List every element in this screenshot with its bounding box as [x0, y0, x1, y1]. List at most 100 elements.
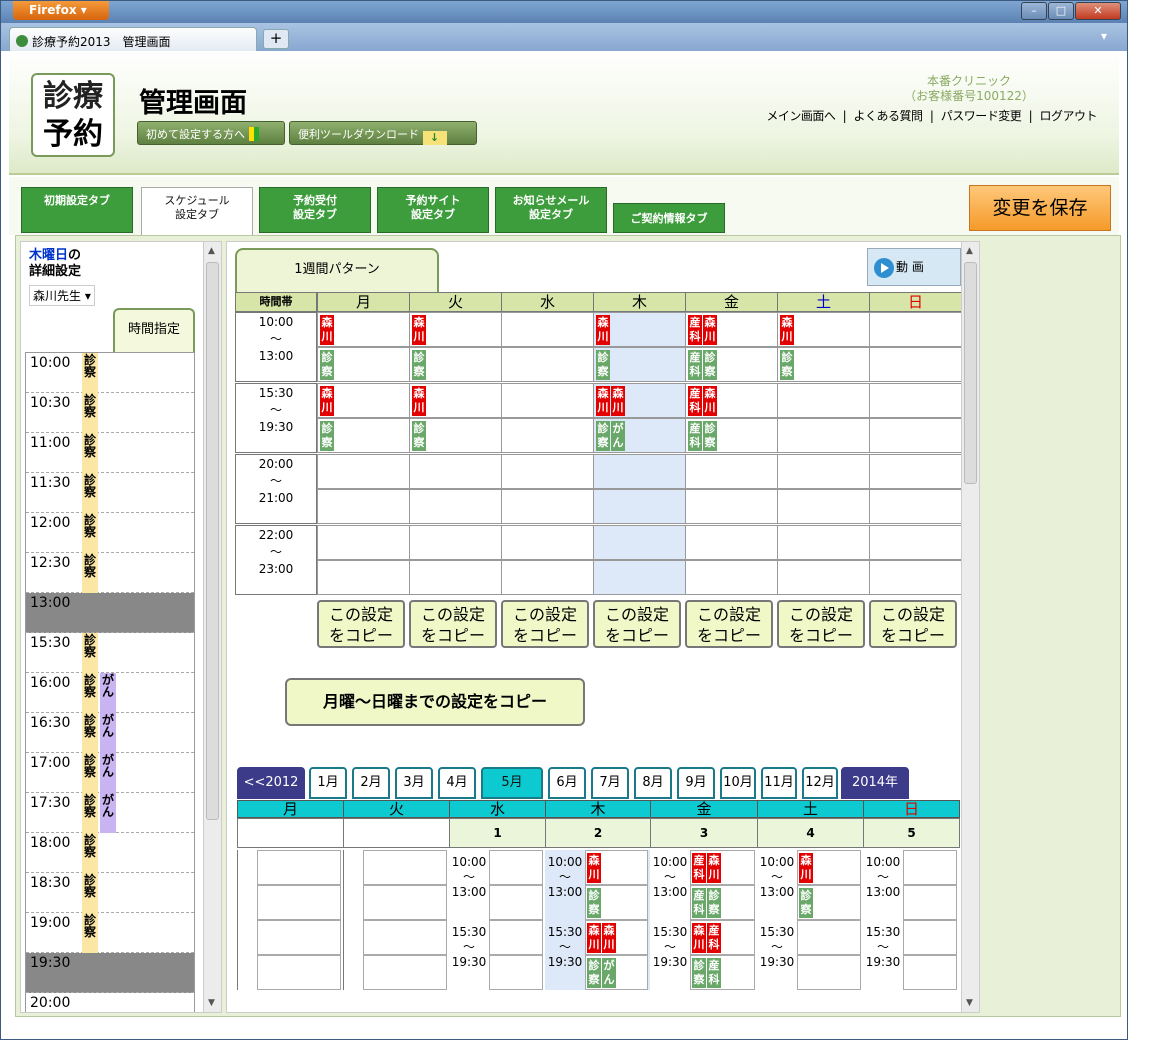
schedule-cell[interactable] — [685, 525, 778, 560]
tab-list-icon[interactable]: ▾ — [1101, 29, 1107, 43]
schedule-cell[interactable] — [777, 454, 870, 489]
schedule-cell[interactable] — [409, 560, 502, 595]
faq-link[interactable]: よくある質問 — [854, 109, 924, 123]
scroll-down-icon[interactable]: ▼ — [966, 998, 973, 1008]
doctor-select[interactable]: 森川先生 ▾ — [29, 285, 95, 306]
schedule-cell[interactable] — [593, 489, 686, 524]
first-setup-button[interactable]: 初めて設定する方へ — [137, 121, 285, 145]
schedule-cell[interactable] — [777, 560, 870, 595]
month-cell[interactable]: 10:00 〜 13:00 — [863, 850, 959, 920]
month-slot-cell[interactable]: 森川 — [585, 850, 648, 885]
schedule-cell[interactable] — [777, 383, 870, 418]
time-slot[interactable]: 10:00 診察 — [26, 353, 194, 393]
schedule-cell[interactable] — [777, 525, 870, 560]
copy-day-button[interactable]: この設定 をコピー — [869, 600, 957, 648]
schedule-cell[interactable] — [593, 454, 686, 489]
logout-link[interactable]: ログアウト — [1039, 109, 1097, 123]
scroll-thumb[interactable] — [206, 262, 219, 820]
time-slot[interactable]: 15:30 診察 — [26, 633, 194, 673]
schedule-cell[interactable] — [409, 525, 502, 560]
month-slot-cell[interactable] — [489, 885, 543, 920]
date-cell[interactable]: 3 — [650, 818, 758, 848]
month-slot-cell[interactable] — [489, 920, 543, 955]
month-cell[interactable] — [237, 850, 343, 920]
month-slot-cell[interactable]: 産科 森川 — [690, 850, 755, 885]
time-slot[interactable]: 18:00 診察 — [26, 833, 194, 873]
copy-all-days-button[interactable]: 月曜〜日曜までの設定をコピー — [285, 678, 585, 726]
main-screen-link[interactable]: メイン画面へ — [766, 109, 836, 123]
month-cell[interactable]: 10:00 〜 13:00 産科 森川 産科 診察 — [650, 850, 757, 920]
month-cell[interactable]: 10:00 〜 13:00 — [449, 850, 545, 920]
copy-day-button[interactable]: この設定 をコピー — [317, 600, 405, 648]
month-button[interactable]: 3月 — [395, 767, 433, 799]
time-slot[interactable]: 18:30 診察 — [26, 873, 194, 913]
scroll-up-icon[interactable]: ▲ — [966, 246, 973, 256]
month-slot-cell[interactable] — [797, 920, 861, 955]
time-slot[interactable]: 19:00 診察 — [26, 913, 194, 953]
month-slot-cell[interactable]: 森川 森川 — [585, 920, 648, 955]
schedule-cell[interactable] — [501, 383, 594, 418]
schedule-cell[interactable] — [685, 489, 778, 524]
week-pattern-tab[interactable]: 1週間パターン — [235, 248, 439, 292]
time-slot[interactable]: 16:00 診察 がん — [26, 673, 194, 713]
month-slot-cell[interactable]: 診察 — [797, 885, 861, 920]
schedule-cell[interactable] — [869, 312, 962, 347]
maximize-button[interactable]: □ — [1048, 2, 1074, 20]
schedule-cell[interactable] — [409, 454, 502, 489]
schedule-cell[interactable]: 森川 — [317, 312, 410, 347]
month-slot-cell[interactable]: 診察 産科 — [690, 955, 755, 990]
schedule-cell[interactable] — [777, 418, 870, 453]
tool-download-button[interactable]: 便利ツールダウンロード ↓ — [289, 121, 477, 145]
schedule-cell[interactable] — [501, 454, 594, 489]
month-cell[interactable]: 15:30 〜 19:30 森川 産科 診察 産科 — [650, 920, 757, 990]
copy-day-button[interactable]: この設定 をコピー — [685, 600, 773, 648]
minimize-button[interactable]: – — [1021, 2, 1047, 20]
date-cell[interactable] — [343, 818, 450, 848]
date-cell[interactable]: 2 — [545, 818, 651, 848]
tab-schedule-settings[interactable]: スケジュール 設定タブ — [141, 187, 253, 237]
month-button[interactable]: 12月 — [802, 767, 838, 799]
schedule-cell[interactable] — [501, 489, 594, 524]
video-button[interactable]: 動 画 — [867, 248, 961, 286]
month-cell[interactable] — [343, 850, 449, 920]
schedule-cell[interactable] — [593, 560, 686, 595]
month-button[interactable]: 10月 — [720, 767, 756, 799]
schedule-cell[interactable]: 診察 — [317, 418, 410, 453]
schedule-cell[interactable]: 診察 — [777, 347, 870, 382]
month-button[interactable]: 5月 — [481, 767, 543, 799]
time-slot[interactable]: 12:30 診察 — [26, 553, 194, 593]
tab-contract-info[interactable]: ご契約情報タブ — [613, 203, 725, 233]
schedule-cell[interactable] — [501, 312, 594, 347]
schedule-cell[interactable]: 診察 — [409, 418, 502, 453]
schedule-cell[interactable] — [869, 454, 962, 489]
scroll-down-icon[interactable]: ▼ — [208, 998, 215, 1008]
schedule-cell[interactable]: 森川 — [409, 383, 502, 418]
schedule-cell[interactable]: 診察 — [409, 347, 502, 382]
schedule-cell[interactable] — [501, 418, 594, 453]
schedule-cell[interactable]: 森川 — [409, 312, 502, 347]
month-button[interactable]: 8月 — [634, 767, 672, 799]
schedule-cell[interactable] — [685, 454, 778, 489]
schedule-cell[interactable]: 森川 森川 — [593, 383, 686, 418]
schedule-cell[interactable]: 産科 診察 — [685, 347, 778, 382]
right-scrollbar[interactable]: ▲ ▼ — [961, 242, 979, 1012]
month-slot-cell[interactable] — [903, 850, 957, 885]
date-cell[interactable] — [237, 818, 344, 848]
schedule-cell[interactable] — [869, 383, 962, 418]
month-cell[interactable]: 15:30 〜 19:30 森川 森川 診察 がん — [545, 920, 650, 990]
month-button[interactable]: 1月 — [309, 767, 347, 799]
schedule-cell[interactable] — [869, 560, 962, 595]
time-designation-tab[interactable]: 時間指定 — [113, 308, 195, 352]
month-cell[interactable]: 15:30 〜 19:30 — [863, 920, 959, 990]
month-button[interactable]: 2月 — [352, 767, 390, 799]
month-cell[interactable] — [237, 920, 343, 990]
schedule-cell[interactable] — [869, 525, 962, 560]
time-slot[interactable]: 11:30 診察 — [26, 473, 194, 513]
month-slot-cell[interactable]: 森川 産科 — [690, 920, 755, 955]
month-slot-cell[interactable]: 診察 — [585, 885, 648, 920]
month-cell[interactable] — [343, 920, 449, 990]
tab-mail-settings[interactable]: お知らせメール 設定タブ — [495, 187, 607, 233]
change-password-link[interactable]: パスワード変更 — [941, 109, 1022, 123]
month-slot-cell[interactable] — [489, 955, 543, 990]
month-cell[interactable]: 10:00 〜 13:00 森川 診察 — [545, 850, 650, 920]
